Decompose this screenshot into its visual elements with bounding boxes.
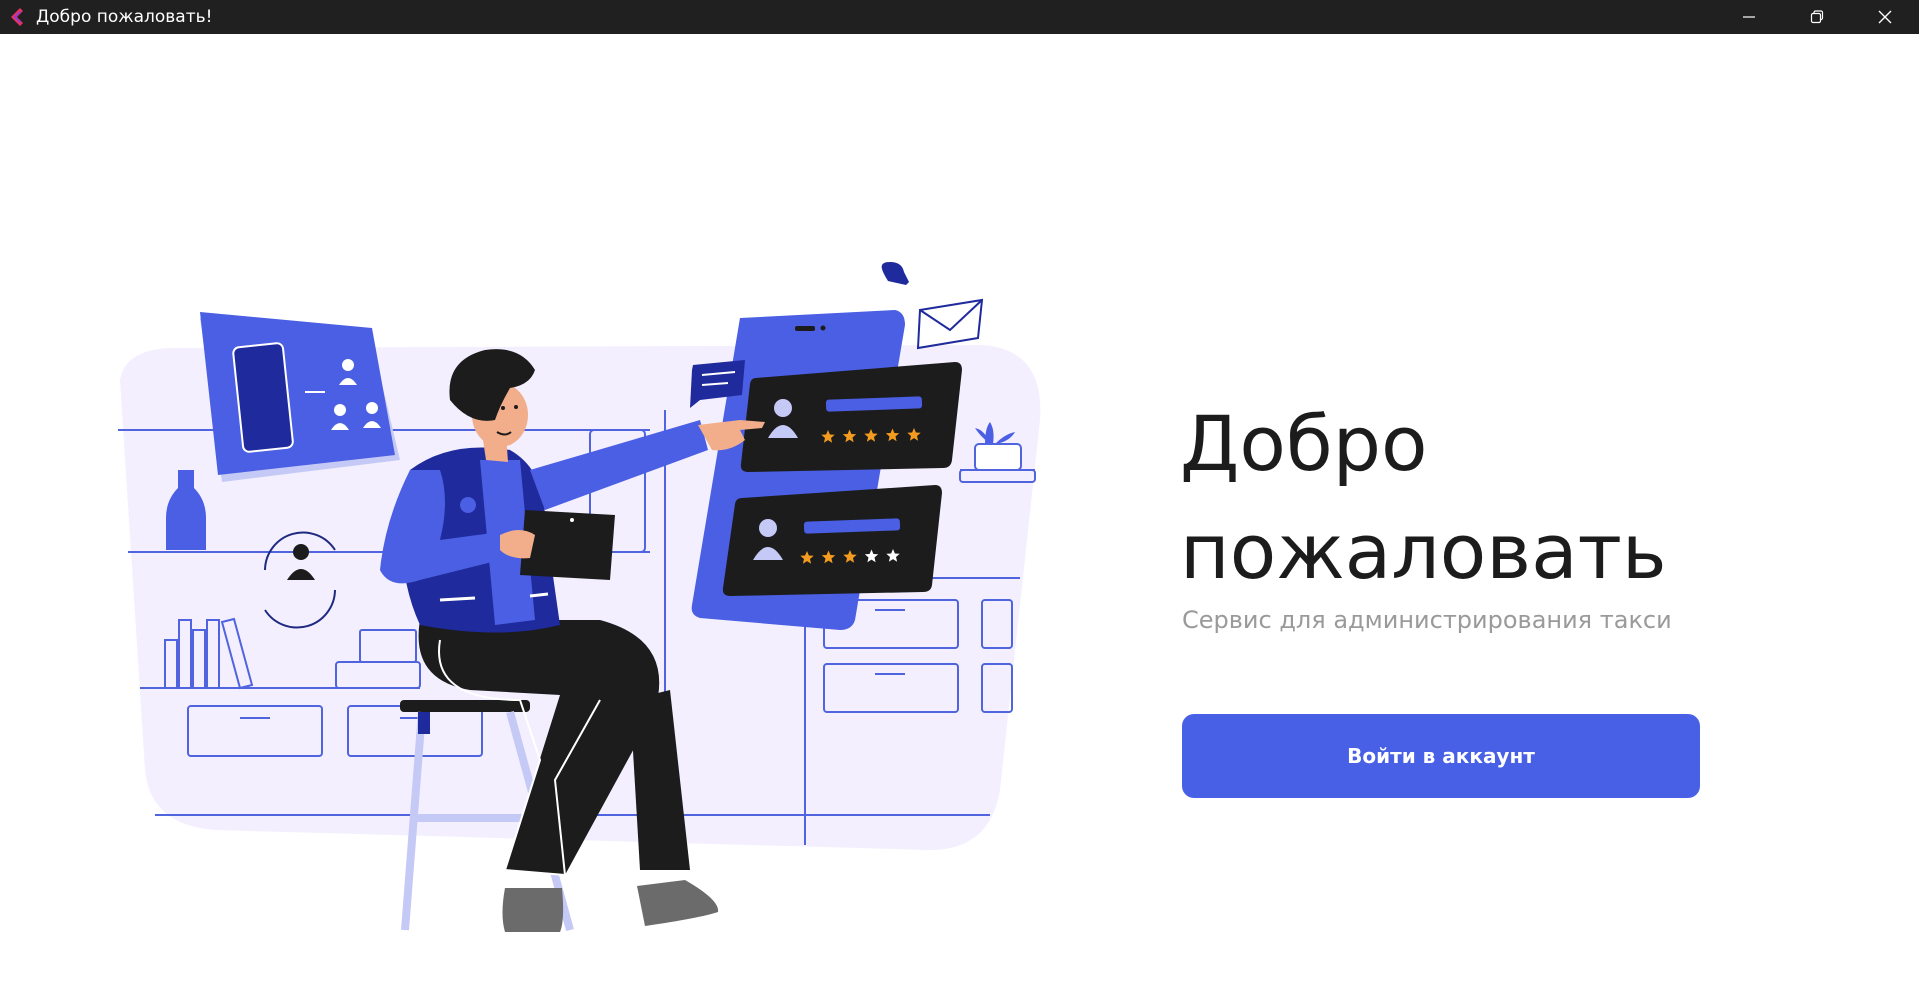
bell-icon (881, 262, 909, 285)
welcome-heading-line1: Добро (1180, 399, 1428, 488)
welcome-subtitle: Сервис для администрирования такси (1182, 606, 1672, 634)
welcome-heading-line2: пожаловать (1180, 507, 1667, 596)
presentation-screen (200, 312, 400, 482)
minimize-button[interactable] (1715, 0, 1783, 34)
restore-icon (1810, 10, 1824, 24)
login-button[interactable]: Войти в аккаунт (1182, 714, 1700, 798)
window-title: Добро пожаловать! (36, 7, 213, 27)
title-bar: Добро пожаловать! (0, 0, 1919, 34)
close-button[interactable] (1851, 0, 1919, 34)
welcome-illustration (118, 262, 1041, 932)
envelope-icon (916, 298, 984, 350)
close-icon (1878, 10, 1892, 24)
restore-button[interactable] (1783, 0, 1851, 34)
rating-card-top (740, 362, 962, 472)
rating-card-bottom (722, 485, 942, 596)
welcome-heading: Добро пожаловать (1180, 390, 1740, 606)
app-logo-icon (6, 6, 28, 28)
minimize-icon (1743, 16, 1755, 18)
